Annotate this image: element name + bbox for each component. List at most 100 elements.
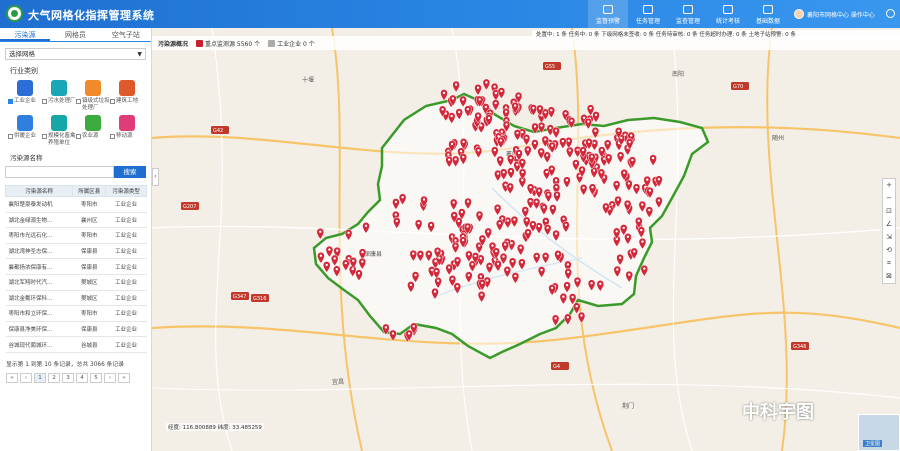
page-button[interactable]: 3 xyxy=(62,372,74,383)
page-button[interactable]: « xyxy=(6,372,18,383)
source-name-cell: 谷城现代葡城环… xyxy=(5,336,73,353)
nav-item-tasks[interactable]: 任务管理 xyxy=(628,0,668,28)
map-tool-button[interactable]: − xyxy=(883,192,895,205)
map-tool-button[interactable]: + xyxy=(883,179,895,192)
tab-grid-staff[interactable]: 网格员 xyxy=(50,28,100,41)
watermark: 中科宇图 xyxy=(742,402,814,423)
coordinate-readout: 经度: 116.800889 纬度: 33.485259 xyxy=(166,423,264,431)
category-checkbox[interactable] xyxy=(76,98,81,104)
source-name-cell: 保康县净美环保… xyxy=(5,321,73,338)
category-checkbox[interactable] xyxy=(42,98,47,104)
type-cell: 工业企业 xyxy=(105,274,147,291)
pollution-source-marker[interactable] xyxy=(497,87,506,99)
pollution-source-marker[interactable] xyxy=(577,311,586,324)
search-button[interactable]: 搜索 xyxy=(114,166,146,178)
pollution-source-marker[interactable] xyxy=(640,264,649,277)
nav-item-basedata[interactable]: 基础数据 xyxy=(748,0,788,28)
satellite-switch[interactable]: 卫星图 xyxy=(858,414,900,451)
category-checkbox[interactable] xyxy=(76,133,81,139)
district-cell: 樊城区 xyxy=(72,290,106,307)
nav-item-inspection[interactable]: 监查管理 xyxy=(668,0,708,28)
table-row[interactable]: 谷城现代葡城环… 谷城县 工业企业 xyxy=(5,336,147,353)
source-name-cell: 枣阳市和立环保… xyxy=(5,305,73,322)
logo-icon xyxy=(6,5,23,22)
category-checkbox[interactable] xyxy=(42,133,47,139)
district-cell: 襄州区 xyxy=(72,212,106,229)
collapse-panel-button[interactable]: ‹ xyxy=(152,168,159,186)
district-cell: 樊城区 xyxy=(72,274,106,291)
category-checkbox[interactable] xyxy=(110,98,115,104)
source-name-cell: 湖北金戴环保科… xyxy=(5,290,73,307)
page-button[interactable]: » xyxy=(118,372,130,383)
page-button[interactable]: 5 xyxy=(90,372,102,383)
map-tool-button[interactable]: ∠ xyxy=(883,218,895,231)
table-row[interactable]: 湖北军翔时代汽… 樊城区 工业企业 xyxy=(5,274,147,291)
pollution-source-marker[interactable] xyxy=(474,83,482,96)
category-item[interactable]: 污水处理厂 xyxy=(42,80,76,111)
table-row[interactable]: 枣阳市光远石化… 枣阳市 工业企业 xyxy=(5,227,147,244)
map-legend-title: 污染源概况 xyxy=(158,40,189,48)
pollution-source-marker[interactable] xyxy=(452,80,460,93)
table-row[interactable]: 襄阳楚豪泰发动机 枣阳市 工业企业 xyxy=(5,196,147,213)
legend-swatch-icon xyxy=(268,39,276,47)
highway-shield: G207 xyxy=(181,202,199,210)
column-header-name[interactable]: 污染源名称 xyxy=(4,185,74,197)
legend-swatch-icon xyxy=(196,39,204,47)
category-item[interactable]: 建筑工地 xyxy=(110,80,144,111)
map-view[interactable]: 十堰襄阳随州南阳保康县荆门宜昌G70G42G55G207G316G346G347… xyxy=(152,28,900,451)
table-row[interactable]: 枣阳市和立环保… 枣阳市 工业企业 xyxy=(5,305,147,322)
map-tool-button[interactable]: ⌗ xyxy=(883,257,895,270)
table-row[interactable]: 保康县净美环保… 保康县 工业企业 xyxy=(5,321,147,338)
nav-item-statistics[interactable]: 统计考核 xyxy=(708,0,748,28)
map-tool-button[interactable]: ⊡ xyxy=(883,205,895,218)
grid-select[interactable]: 选择网格 ▼ xyxy=(5,48,146,60)
pollution-source-marker[interactable] xyxy=(564,313,572,326)
pollution-source-marker[interactable] xyxy=(592,111,600,123)
svg-text:G347: G347 xyxy=(233,294,246,300)
pollution-source-marker[interactable] xyxy=(316,227,325,240)
category-item[interactable]: 移动源 xyxy=(110,115,144,146)
map-tool-button[interactable]: ⟲ xyxy=(883,244,895,257)
category-item[interactable]: 规模化畜禽养殖单位 xyxy=(42,115,76,146)
map-tool-button[interactable]: ⇲ xyxy=(883,231,895,244)
column-header-district[interactable]: 所属区县 xyxy=(72,185,107,197)
left-panel: 污染源 网格员 空气子站 选择网格 ▼ 行业类别 工业企业 污水处理厂 镇级式垃圾处… xyxy=(0,28,152,451)
category-icon xyxy=(17,115,33,131)
user-menu[interactable]: 襄阳市网格中心 操作中心 xyxy=(794,9,875,19)
left-tabs: 污染源 网格员 空气子站 xyxy=(0,28,151,42)
pollution-source-marker[interactable] xyxy=(440,89,448,101)
pollution-source-marker[interactable] xyxy=(482,78,491,91)
pollution-source-marker[interactable] xyxy=(491,99,500,111)
map-tool-button[interactable]: ⊠ xyxy=(883,270,895,283)
table-row[interactable]: 湖北金戴环保科… 樊城区 工业企业 xyxy=(5,290,147,307)
nav-item-monitoring[interactable]: 监督预警 xyxy=(588,0,628,28)
map-canvas[interactable]: 十堰襄阳随州南阳保康县荆门宜昌G70G42G55G207G316G346G347… xyxy=(152,28,900,451)
tab-pollution-source[interactable]: 污染源 xyxy=(0,28,51,41)
category-item[interactable]: 工业企业 xyxy=(8,80,42,111)
district-cell: 枣阳市 xyxy=(72,196,106,213)
column-header-type[interactable]: 污染源类型 xyxy=(105,185,147,197)
category-checkbox[interactable] xyxy=(110,133,115,139)
legend-item-key-sources[interactable]: 重点监测源 5560 个 xyxy=(196,39,260,48)
tab-air-station[interactable]: 空气子站 xyxy=(101,28,151,41)
table-row[interactable]: 湖北金绿源生物… 襄州区 工业企业 xyxy=(5,212,147,229)
city-label: 十堰 xyxy=(302,76,314,84)
category-item[interactable]: 供暖企业 xyxy=(8,115,42,146)
page-button[interactable]: › xyxy=(104,372,116,383)
category-checkbox[interactable] xyxy=(8,98,13,104)
category-item[interactable]: 农业源 xyxy=(76,115,110,146)
table-row[interactable]: 湖北湾神圣志保… 保康县 工业企业 xyxy=(5,243,147,260)
page-button[interactable]: 1 xyxy=(34,372,46,383)
page-button[interactable]: 2 xyxy=(48,372,60,383)
search-input[interactable] xyxy=(5,166,114,178)
legend-item-industrial[interactable]: 工业企业 0 个 xyxy=(268,39,315,48)
table-row[interactable]: 襄都扬浓保康有… 保康县 工业企业 xyxy=(5,258,147,275)
page-button[interactable]: 4 xyxy=(76,372,88,383)
logout-icon[interactable] xyxy=(886,9,895,18)
page-button[interactable]: ‹ xyxy=(20,372,32,383)
category-checkbox[interactable] xyxy=(8,133,13,139)
pollution-source-marker[interactable] xyxy=(572,302,581,315)
category-item[interactable]: 镇级式垃圾处理厂 xyxy=(76,80,110,111)
highway-shield: G42 xyxy=(211,126,229,134)
district-cell: 保康县 xyxy=(72,321,106,338)
